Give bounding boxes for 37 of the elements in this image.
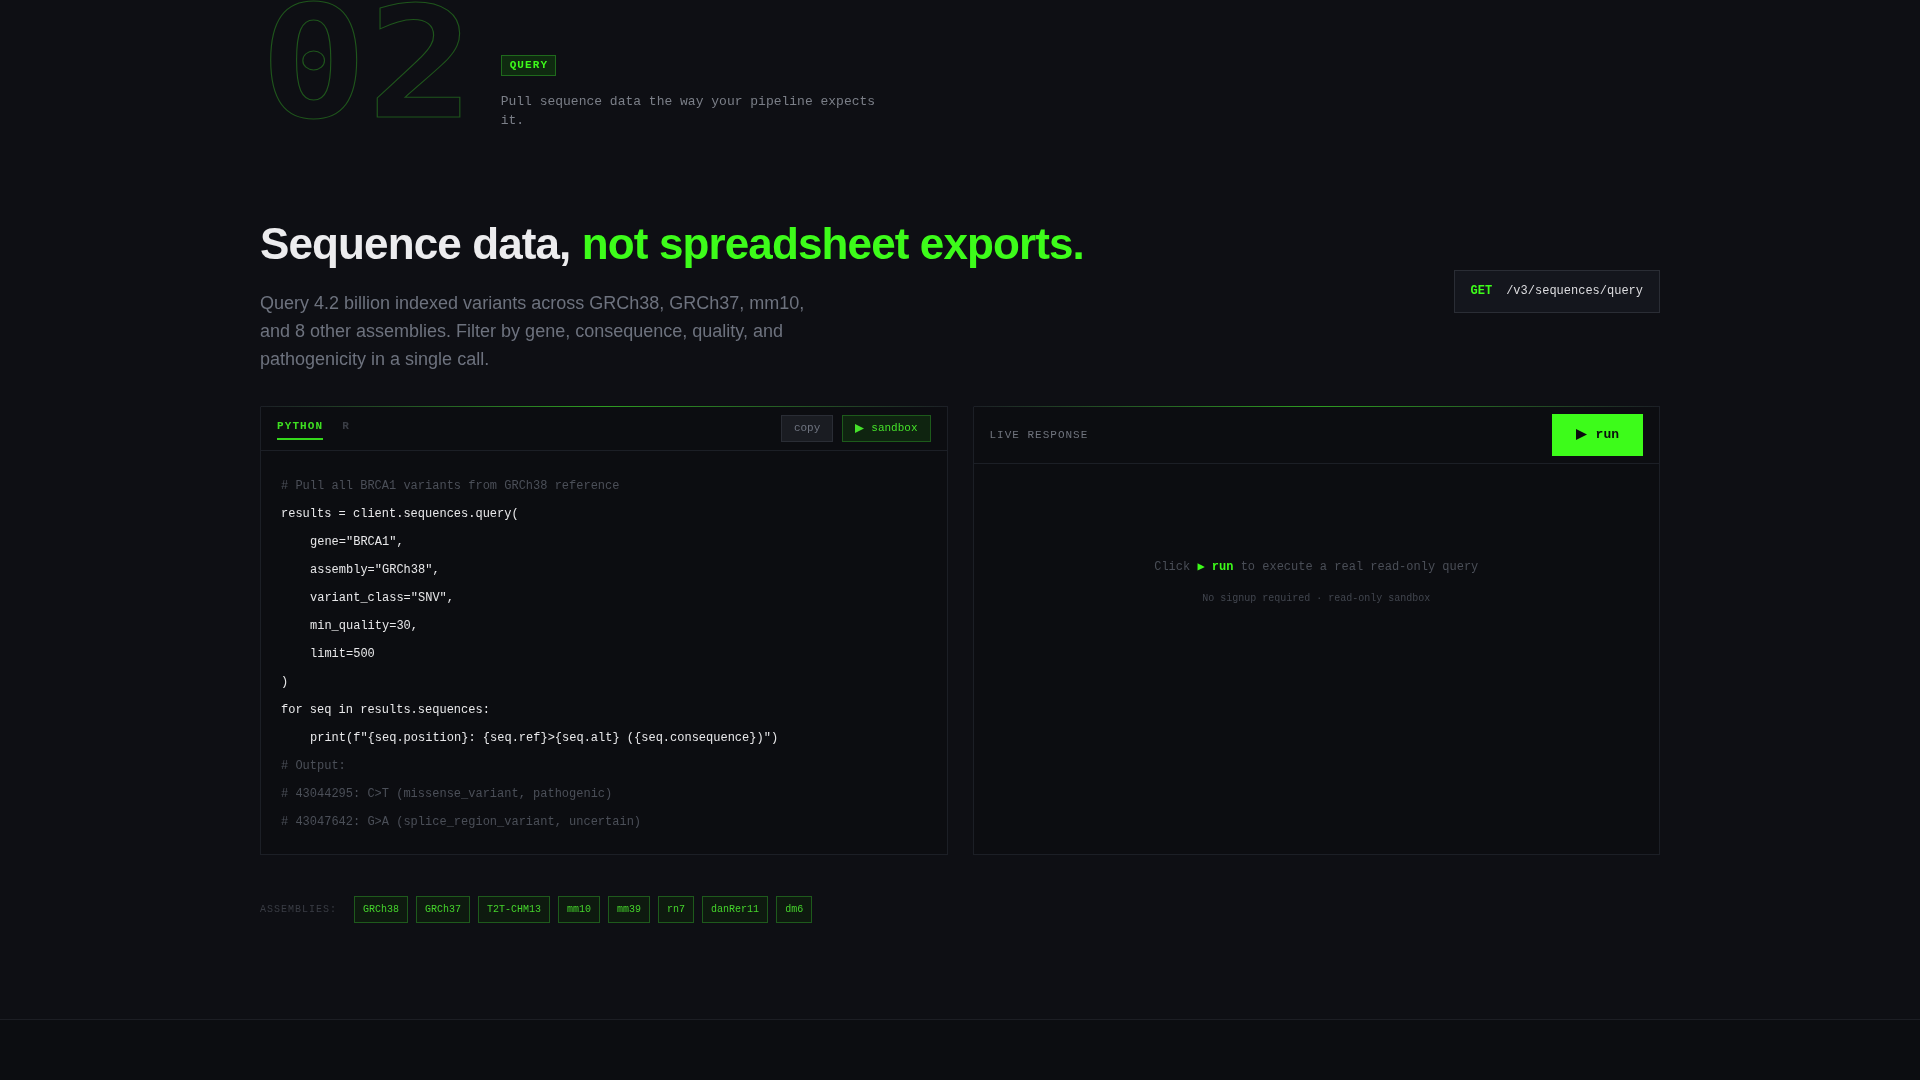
code-comment: # 43044295: C>T (missense_variant, pathogenic): [281, 785, 613, 803]
code-comment: # 43047642: G>A (splice_region_variant, uncertain): [281, 813, 642, 831]
assembly-tag: mm39: [608, 895, 651, 923]
assembly-tag: T2T-CHM13: [478, 895, 551, 923]
panel-title: LIVE RESPONSE: [989, 427, 1089, 442]
code-line: min_quality=30,: [310, 617, 419, 635]
assembly-tag: mm10: [558, 895, 601, 923]
assembly-tag: danRer11: [702, 895, 769, 923]
intro-text: Query 4.2 billion indexed variants across GRCh38, GRCh37, mm10, and 8 other assemblies. Filter by gene, consequence, quality, and pathogenicity in a single call.: [260, 291, 806, 371]
section-tag: QUERY: [500, 55, 557, 76]
code-line: for seq in results.sequences:: [281, 701, 490, 719]
section-number: 02: [260, 0, 475, 128]
section-heading: Sequence data, not spreadsheet exports.: [260, 218, 1084, 270]
sandbox-button[interactable]: sandbox: [842, 414, 931, 442]
code-line: assembly="GRCh38",: [310, 561, 440, 579]
code-line: variant_class="SNV",: [310, 589, 455, 607]
http-method: GET: [1470, 283, 1493, 301]
run-hint-text: Click ▶ run to execute a real read-only query: [1154, 558, 1479, 576]
copy-button[interactable]: copy: [780, 414, 834, 442]
code-comment: # Pull all BRCA1 variants from GRCh38 reference: [281, 477, 620, 495]
code-line: ): [281, 673, 289, 691]
code-line: limit=500: [310, 645, 375, 663]
code-line: gene="BRCA1",: [310, 533, 404, 551]
run-button[interactable]: run: [1551, 413, 1643, 456]
play-icon: [1575, 429, 1587, 441]
section-description: Pull sequence data the way your pipeline expects it.: [500, 93, 877, 130]
language-tab[interactable]: PYTHON: [277, 406, 324, 440]
code-line: print(f"{seq.position}: {seq.ref}>{seq.alt} ({seq.consequence})"): [310, 729, 779, 747]
play-icon: [855, 423, 865, 433]
assembly-tag: GRCh37: [416, 895, 471, 923]
code-line: results = client.sequences.query(: [281, 505, 519, 523]
endpoint-path: /v3/sequences/query: [1506, 283, 1643, 301]
sandbox-note: No signup required · read-only sandbox: [1202, 591, 1431, 606]
assembly-tag: GRCh38: [354, 895, 409, 923]
assembly-tag: rn7: [658, 895, 695, 923]
code-comment: # Output:: [281, 757, 346, 775]
assembly-tag: dm6: [776, 895, 813, 923]
